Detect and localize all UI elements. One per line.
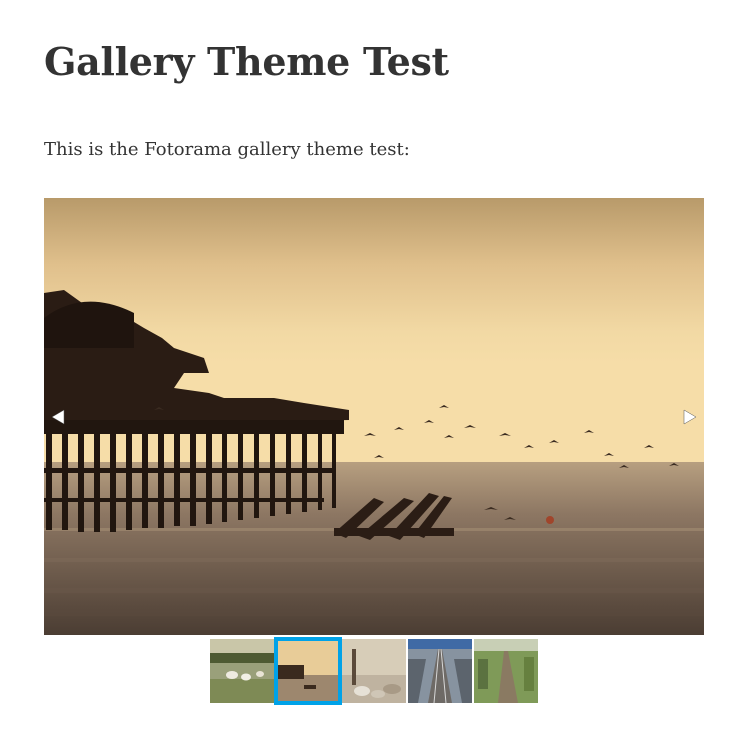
thumbnail-strip xyxy=(208,637,542,705)
thumbnail-sheep[interactable] xyxy=(210,639,274,703)
triangle-left-icon xyxy=(51,409,65,425)
page-title: Gallery Theme Test xyxy=(44,39,449,84)
intro-text: This is the Fotorama gallery theme test: xyxy=(44,139,410,160)
thumbnail-stones[interactable] xyxy=(342,639,406,703)
previous-image-button[interactable] xyxy=(44,402,74,432)
pier-sunset-photo xyxy=(44,198,704,635)
gallery-stage-image[interactable] xyxy=(44,198,704,635)
page: Gallery Theme Test This is the Fotorama … xyxy=(0,0,750,750)
triangle-right-icon xyxy=(683,409,697,425)
thumbnail-pier[interactable] xyxy=(274,637,342,705)
next-image-button[interactable] xyxy=(674,402,704,432)
thumbnail-path[interactable] xyxy=(474,639,538,703)
thumbnail-railway[interactable] xyxy=(408,639,472,703)
